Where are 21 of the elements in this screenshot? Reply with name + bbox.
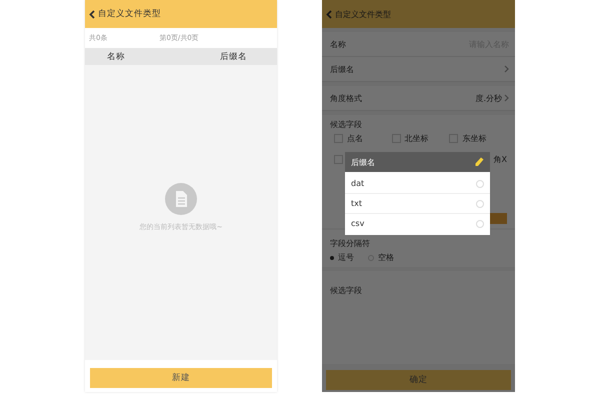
- radio-label: 空格: [378, 252, 394, 263]
- dialog-title: 后缀名: [351, 156, 375, 168]
- page-title: 自定义文件类型: [98, 8, 161, 20]
- column-header: 后缀名: [220, 50, 247, 62]
- field-option-label: 点名: [347, 133, 363, 144]
- column-header: 名称: [107, 50, 125, 62]
- field-option-label: 角X: [494, 154, 507, 165]
- section-title: 候选字段: [330, 285, 363, 296]
- angle-format-value: 度.分秒: [475, 92, 502, 104]
- option-label: dat: [351, 179, 364, 188]
- page-title: 自定义文件类型: [335, 8, 391, 20]
- option-label: txt: [351, 199, 362, 208]
- radio-label: 逗号: [338, 252, 354, 263]
- field-label: 名称: [330, 38, 346, 50]
- section-title: 候选字段: [330, 119, 363, 130]
- field-label: 角度格式: [330, 92, 362, 104]
- section-title: 字段分隔符: [330, 238, 371, 249]
- field-option-label: 北坐标: [404, 133, 429, 144]
- option-label: csv: [351, 219, 364, 228]
- field-option-label: 东坐标: [462, 133, 486, 144]
- field-label: 后缀名: [330, 64, 354, 74]
